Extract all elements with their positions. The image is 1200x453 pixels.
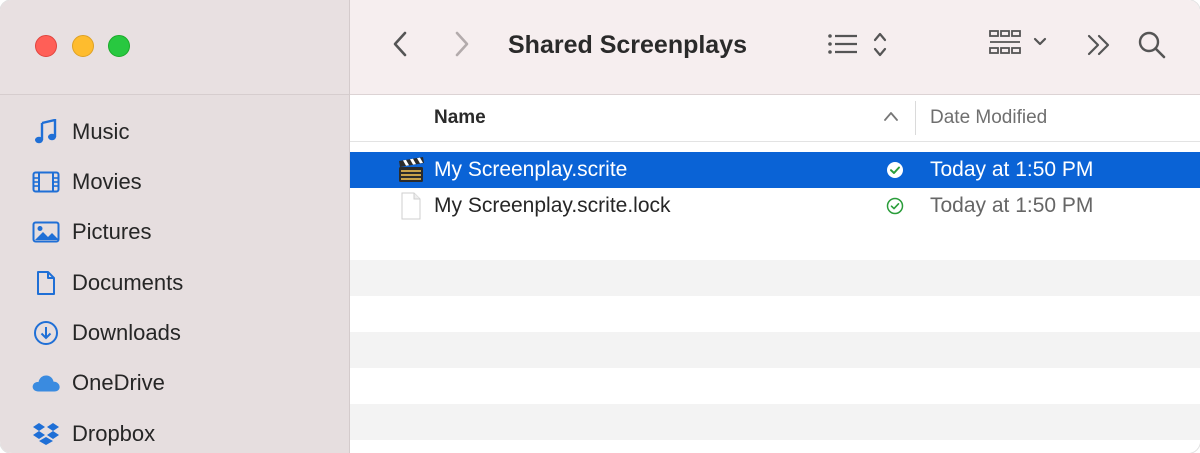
- window-controls-area: [0, 0, 349, 95]
- column-header-name[interactable]: Name: [434, 107, 486, 129]
- sidebar-item-label: Music: [72, 119, 130, 144]
- sidebar: Music Movies Pictures Documents Download: [0, 0, 350, 453]
- column-divider[interactable]: [915, 101, 916, 135]
- chevron-left-icon: [392, 31, 408, 62]
- more-toolbar-button[interactable]: [1084, 30, 1114, 64]
- finder-window: Music Movies Pictures Documents Download: [0, 0, 1200, 453]
- window-title: Shared Screenplays: [508, 31, 748, 59]
- view-options-button[interactable]: [826, 30, 890, 64]
- close-button[interactable]: [35, 35, 57, 57]
- sidebar-item-onedrive[interactable]: OneDrive: [0, 363, 349, 403]
- sidebar-item-label: OneDrive: [72, 370, 165, 395]
- sidebar-item-documents[interactable]: Documents: [0, 263, 349, 303]
- column-header-date-modified[interactable]: Date Modified: [930, 107, 1047, 129]
- file-row[interactable]: My Screenplay.scrite Today at 1:50 PM: [350, 152, 1200, 188]
- forward-button[interactable]: [448, 30, 476, 62]
- sidebar-item-label: Downloads: [72, 320, 181, 345]
- empty-row: [350, 332, 1200, 368]
- back-button[interactable]: [386, 30, 414, 62]
- sidebar-item-movies[interactable]: Movies: [0, 162, 349, 202]
- sidebar-item-downloads[interactable]: Downloads: [0, 313, 349, 353]
- dropbox-icon: [31, 419, 61, 449]
- document-icon: [31, 268, 61, 298]
- column-header-bar: Name Date Modified: [350, 95, 1200, 142]
- synced-icon: [886, 161, 904, 179]
- clapperboard-icon: [397, 156, 425, 184]
- sidebar-item-music[interactable]: Music: [0, 112, 349, 152]
- search-icon: [1137, 30, 1167, 65]
- group-button[interactable]: [988, 28, 1052, 64]
- zoom-button[interactable]: [108, 35, 130, 57]
- file-row[interactable]: My Screenplay.scrite.lock Today at 1:50 …: [350, 188, 1200, 224]
- music-note-icon: [31, 117, 61, 147]
- double-chevron-right-icon: [1086, 33, 1112, 62]
- sidebar-item-pictures[interactable]: Pictures: [0, 212, 349, 252]
- blank-document-icon: [397, 192, 425, 220]
- minimize-button[interactable]: [72, 35, 94, 57]
- file-name: My Screenplay.scrite.lock: [434, 194, 671, 217]
- grid-group-icon: [988, 27, 1052, 66]
- sidebar-item-label: Movies: [72, 169, 142, 194]
- empty-row: [350, 404, 1200, 440]
- list-view-icon: [827, 30, 889, 65]
- toolbar: Shared Screenplays: [350, 0, 1200, 95]
- onedrive-cloud-icon: [31, 368, 61, 398]
- sidebar-item-label: Dropbox: [72, 421, 156, 446]
- download-circle-icon: [31, 318, 61, 348]
- film-strip-icon: [31, 167, 61, 197]
- sort-ascending-icon[interactable]: [883, 109, 899, 127]
- sidebar-item-label: Pictures: [72, 219, 152, 244]
- sidebar-item-label: Documents: [72, 270, 184, 295]
- sidebar-item-dropbox[interactable]: Dropbox: [0, 414, 349, 453]
- photo-icon: [31, 217, 61, 247]
- file-date-modified: Today at 1:50 PM: [930, 194, 1094, 217]
- empty-row: [350, 260, 1200, 296]
- file-name: My Screenplay.scrite: [434, 158, 628, 181]
- chevron-right-icon: [454, 31, 470, 62]
- synced-icon: [886, 197, 904, 215]
- search-button[interactable]: [1136, 30, 1168, 64]
- file-date-modified: Today at 1:50 PM: [930, 158, 1094, 181]
- main-pane: Shared Screenplays Name Date Modified My…: [350, 0, 1200, 453]
